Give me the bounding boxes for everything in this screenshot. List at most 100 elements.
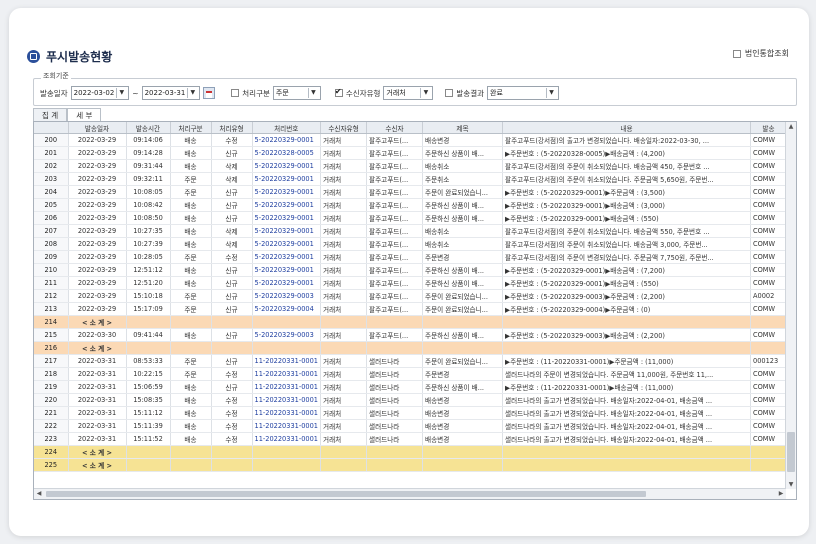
date-from-field[interactable]: 2022-03-02 ▼ [70,86,130,100]
cell-send-time: 15:10:18 [126,289,171,303]
col-header-process-category[interactable]: 처리구분 [170,122,212,134]
chevron-down-icon[interactable]: ▼ [307,88,318,98]
col-header-subject[interactable]: 제목 [422,122,503,134]
scroll-down-icon[interactable]: ▼ [786,480,796,489]
subtotal-cell [320,341,367,355]
process-type-select[interactable]: 주문 ▼ [272,86,321,100]
table-row[interactable]: 217 2022-03-31 08:53:33 주문 신규 11-20220331-000… [34,354,787,368]
col-header-rownum[interactable] [34,122,69,134]
cell-receiver-type: 거래처 [320,172,367,186]
cell-receiver: 샐러드나라 [366,419,423,433]
table-row[interactable]: 206 2022-03-29 10:08:50 배송 신규 5-20220329-0001… [34,211,787,225]
cell-send-date: 2022-03-31 [68,354,127,368]
corp-check-box[interactable] [732,49,741,58]
col-header-process-type[interactable]: 처리유형 [211,122,253,134]
tab-detail[interactable]: 세 부 [67,108,102,122]
cell-rownum: 202 [34,159,69,173]
cell-rownum: 223 [34,432,69,446]
calendar-icon[interactable] [203,87,216,99]
cell-process-no: 5-20220329-0003 [252,289,321,303]
process-type-check[interactable] [231,89,240,97]
chevron-down-icon[interactable]: ▼ [546,88,556,98]
cell-subject: 주문변경 [422,367,503,381]
table-row[interactable]: 204 2022-03-29 10:08:05 주문 신규 5-20220329-0001… [34,185,787,199]
table-row[interactable]: 221 2022-03-31 15:11:12 배송 수정 11-20220331-000… [34,406,787,420]
horizontal-scroll-thumb[interactable] [46,491,646,497]
receiver-type-check[interactable] [334,87,343,97]
table-row[interactable]: 205 2022-03-29 10:08:42 배송 신규 5-20220329-0001… [34,198,787,212]
scroll-right-icon[interactable]: ▶ [776,489,786,499]
cell-send-date: 2022-03-29 [68,133,127,147]
vertical-scrollbar[interactable]: ▲ ▼ [785,122,796,489]
cell-content: ▶주문번호 : (5-20220329-0001)▶배송금액 : (7,200) [502,263,751,277]
table-row[interactable]: 202 2022-03-29 09:31:44 배송 삭제 5-20220329-0001… [34,159,787,173]
corp-check-label: 법인통합조회 [744,49,789,58]
send-result-check[interactable] [445,89,454,97]
subtotal-row[interactable]: 224 < 소 계 > [34,445,787,459]
cell-rownum: 205 [34,198,69,212]
table-row[interactable]: 211 2022-03-29 12:51:20 배송 신규 5-20220329-0001… [34,276,787,290]
table-row[interactable]: 223 2022-03-31 15:11:52 배송 수정 11-20220331-000… [34,432,787,446]
cell-process-category: 주문 [170,185,212,199]
subtotal-row[interactable]: 214 < 소 계 > [34,315,787,329]
horizontal-scrollbar[interactable]: ◀ ▶ [34,488,786,499]
cell-subject: 배송변경 [422,133,503,147]
corp-integrated-check[interactable]: 법인통합조회 [732,48,789,59]
scroll-left-icon[interactable]: ◀ [34,489,44,499]
date-to-field[interactable]: 2022-03-31 ▼ [141,86,201,100]
col-header-receiver[interactable]: 수신자 [366,122,423,134]
cell-content: ▶주문번호 : (11-20220331-0001)▶주문금액 : (11,00… [502,354,751,368]
table-row[interactable]: 213 2022-03-29 15:17:09 주문 신규 5-20220329-0004… [34,302,787,316]
cell-rownum: 211 [34,276,69,290]
col-header-receiver-type[interactable]: 수신자유형 [320,122,367,134]
subtotal-row[interactable]: 225 < 소 계 > [34,458,787,472]
cell-send-time: 15:06:59 [126,380,171,394]
search-criteria-panel: 발송일자 2022-03-02 ▼ ~ 2022-03-31 ▼ 처리구분 주문… [33,78,797,106]
col-header-sender[interactable]: 발송 [750,122,787,134]
table-row[interactable]: 201 2022-03-29 09:14:28 배송 신규 5-20220328-0005… [34,146,787,160]
table-row[interactable]: 203 2022-03-29 09:32:11 주문 삭제 5-20220329-0001… [34,172,787,186]
table-row[interactable]: 209 2022-03-29 10:28:05 주문 수정 5-20220329-0001… [34,250,787,264]
send-result-select[interactable]: 완료 ▼ [487,86,559,100]
table-row[interactable]: 210 2022-03-29 12:51:12 배송 신규 5-20220329-0001… [34,263,787,277]
vertical-scroll-thumb[interactable] [787,432,795,472]
cell-send-date: 2022-03-31 [68,406,127,420]
tab-summary[interactable]: 집 계 [33,108,68,122]
cell-content: ▶주문번호 : (5-20220329-0001)▶배송금액 : (3,000) [502,198,751,212]
cell-send-date: 2022-03-29 [68,224,127,238]
cell-send-date: 2022-03-29 [68,172,127,186]
subtotal-cell [320,458,367,472]
table-row[interactable]: 208 2022-03-29 10:27:39 배송 삭제 5-20220329-0001… [34,237,787,251]
table-row[interactable]: 219 2022-03-31 15:06:59 배송 신규 11-20220331-000… [34,380,787,394]
cell-process-no: 11-20220331-0001 [252,354,321,368]
table-row[interactable]: 215 2022-03-30 09:41:44 배송 신규 5-20220329-0003… [34,328,787,342]
cell-rownum: 215 [34,328,69,342]
cell-process-no: 5-20220329-0001 [252,250,321,264]
chevron-down-icon[interactable]: ▼ [187,88,197,98]
chevron-down-icon[interactable]: ▼ [420,88,430,98]
cell-receiver-type: 거래처 [320,146,367,160]
cell-process-category: 배송 [170,419,212,433]
chevron-down-icon[interactable]: ▼ [116,88,126,98]
date-separator: ~ [132,88,139,98]
cell-receiver-type: 거래처 [320,133,367,147]
col-header-content[interactable]: 내용 [502,122,751,134]
receiver-type-select[interactable]: 거래처 ▼ [383,86,434,100]
cell-rownum: 201 [34,146,69,160]
cell-send-date: 2022-03-29 [68,302,127,316]
table-row[interactable]: 218 2022-03-31 10:22:15 주문 수정 11-20220331-000… [34,367,787,381]
scroll-up-icon[interactable]: ▲ [786,122,796,131]
subtotal-row[interactable]: 216 < 소 계 > [34,341,787,355]
cell-subject: 배송변경 [422,432,503,446]
col-header-send-time[interactable]: 발송시간 [126,122,171,134]
table-row[interactable]: 207 2022-03-29 10:27:35 배송 삭제 5-20220329-0001… [34,224,787,238]
cell-rownum: 213 [34,302,69,316]
table-row[interactable]: 220 2022-03-31 15:08:35 배송 수정 11-20220331-000… [34,393,787,407]
cell-process-no: 5-20220329-0004 [252,302,321,316]
table-row[interactable]: 222 2022-03-31 15:11:39 배송 수정 11-20220331-000… [34,419,787,433]
col-header-process-no[interactable]: 처리번호 [252,122,321,134]
col-header-send-date[interactable]: 발송일자 [68,122,127,134]
table-row[interactable]: 212 2022-03-29 15:10:18 주문 신규 5-20220329-0003… [34,289,787,303]
table-row[interactable]: 200 2022-03-29 09:14:06 배송 수정 5-20220329-0001… [34,133,787,147]
cell-process-category: 배송 [170,432,212,446]
